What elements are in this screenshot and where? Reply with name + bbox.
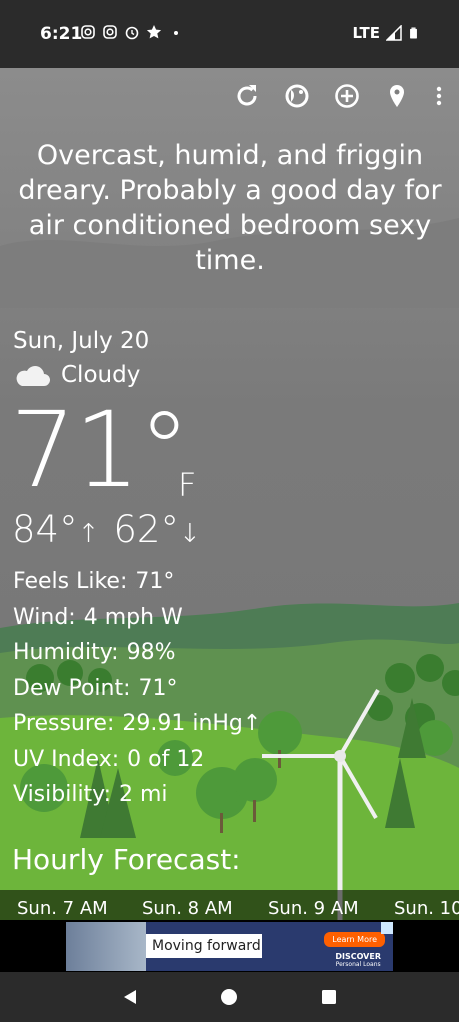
home-icon[interactable] [219,987,239,1007]
location-pin-icon [390,85,404,107]
signal-icon [386,25,402,41]
system-nav-bar [0,972,459,1022]
condition-label: Cloudy [61,362,141,388]
weather-details: Feels Like: 71° Wind: 4 mph W Humidity: 98%… [13,564,261,813]
ad-photo [66,922,146,971]
cloud-icon [16,366,50,386]
instagram-icon [81,25,95,39]
ad-banner[interactable]: Moving forward Learn More DISCOVER Person… [66,922,393,971]
more-options-button[interactable] [433,82,445,110]
hourly-item[interactable]: Sun. 10 [394,898,459,919]
star-icon [146,25,162,39]
visibility-row: Visibility: 2 mi [13,782,168,807]
network-type: LTE [352,24,380,42]
ad-brand: DISCOVER Personal Loans [335,952,381,968]
up-arrow-icon: ↑ [77,519,100,549]
hourly-forecast-strip[interactable]: Sun. 7 AM Sun. 8 AM Sun. 9 AM Sun. 10 [0,890,459,920]
hourly-item[interactable]: Sun. 7 AM [17,898,108,919]
theme-button[interactable] [283,82,311,110]
back-icon[interactable] [120,987,140,1007]
ad-bar: Moving forward Learn More DISCOVER Person… [0,920,459,972]
weather-tagline: Overcast, humid, and friggin dreary. Pro… [18,140,442,276]
more-vert-icon [436,86,442,106]
hourly-item[interactable]: Sun. 9 AM [268,898,359,919]
hourly-forecast-title: Hourly Forecast: [12,843,241,876]
ad-headline: Moving forward [146,934,262,958]
pressure-row: Pressure: 29.91 inHg↑ [13,711,262,736]
refresh-icon [237,85,257,106]
add-location-button[interactable] [333,82,361,110]
hourly-item[interactable]: Sun. 8 AM [142,898,233,919]
location-button[interactable] [383,82,411,110]
wind-row: Wind: 4 mph W [13,604,183,630]
notification-icons [80,24,184,40]
high-low: 84°↑ 62°↓ [12,508,201,551]
low-temp: 62°↓ [113,508,201,551]
battery-icon [410,27,417,39]
toolbar [233,82,445,110]
current-temperature: 71° [10,389,190,511]
humidity-row: Humidity: 98% [13,640,176,665]
weather-scene: Overcast, humid, and friggin dreary. Pro… [0,68,459,920]
alarm-icon [125,26,139,40]
instagram-icon [103,25,117,39]
temperature-unit: F [178,466,197,504]
uv-index-row: UV Index: 0 of 12 [13,746,205,772]
recents-icon[interactable] [319,987,339,1007]
system-icons: LTE [352,24,419,42]
high-temp: 84°↑ [12,508,100,551]
ad-learn-more-button[interactable]: Learn More [324,932,385,947]
condition-row: Cloudy [13,362,140,388]
add-location-icon [335,84,359,108]
status-bar: 6:21 LTE [0,0,459,68]
feels-like-row: Feels Like: 71° [13,569,175,594]
status-time: 6:21 [40,24,83,44]
refresh-button[interactable] [233,82,261,110]
down-arrow-icon: ↓ [178,519,201,549]
ad-choices-icon[interactable] [381,922,393,934]
theme-icon [285,84,309,108]
dot-icon [174,31,178,35]
dew-point-row: Dew Point: 71° [13,675,178,701]
current-date: Sun, July 20 [13,328,150,354]
